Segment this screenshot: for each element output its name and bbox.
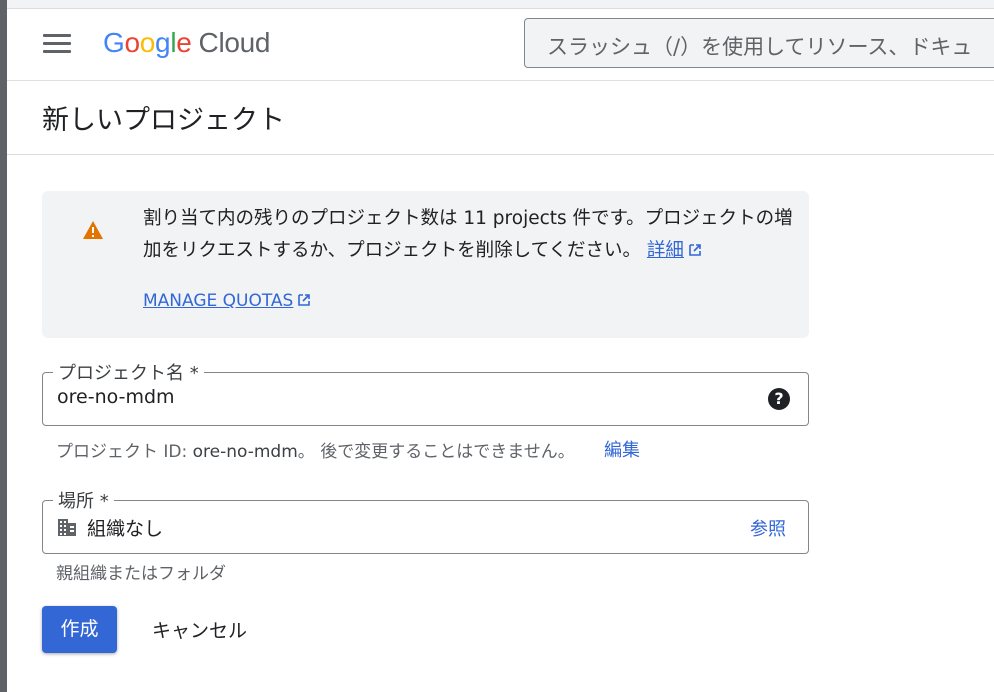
notice-message: 割り当て内の残りのプロジェクト数は 11 projects 件です。プロジェクト… <box>143 208 793 261</box>
open-in-new-icon[interactable] <box>297 293 311 307</box>
browser-top-strip <box>7 0 994 9</box>
google-cloud-logo[interactable]: Google Cloud <box>103 27 271 59</box>
help-circle-icon[interactable]: ? <box>768 388 790 410</box>
quota-notice: 割り当て内の残りのプロジェクト数は 11 projects 件です。プロジェクト… <box>42 191 809 338</box>
location-label: 場所 * <box>53 487 114 513</box>
create-button[interactable]: 作成 <box>42 606 117 653</box>
cancel-button[interactable]: キャンセル <box>152 616 247 643</box>
page-title: 新しいプロジェクト <box>42 105 285 136</box>
project-name-input[interactable]: ore-no-mdm <box>57 386 175 408</box>
title-divider <box>7 154 994 155</box>
warning-triangle-icon <box>83 221 103 239</box>
manage-quotas-link[interactable]: MANAGE QUOTAS <box>143 291 311 311</box>
details-link[interactable]: 詳細 <box>647 240 684 261</box>
project-name-label: プロジェクト名 * <box>53 359 204 385</box>
edit-project-id-button[interactable]: 編集 <box>604 436 640 462</box>
project-id-hint: プロジェクト ID: ore-no-mdm。 後で変更することはできません。 <box>56 442 575 462</box>
location-field[interactable]: 場所 * 組織なし 参照 <box>42 487 809 554</box>
project-name-field[interactable]: プロジェクト名 * ore-no-mdm ? <box>42 359 809 426</box>
hamburger-menu-icon[interactable] <box>43 34 71 54</box>
project-id-value: ore-no-mdm <box>192 442 298 462</box>
search-placeholder: スラッシュ（/）を使用してリソース、ドキュ <box>547 35 973 59</box>
left-window-edge <box>0 0 7 692</box>
open-in-new-icon[interactable] <box>688 243 702 257</box>
search-input[interactable]: スラッシュ（/）を使用してリソース、ドキュ <box>524 18 994 68</box>
browse-button[interactable]: 参照 <box>750 515 786 541</box>
app-header: Google Cloud スラッシュ（/）を使用してリソース、ドキュ <box>7 9 994 81</box>
building-icon <box>58 519 76 536</box>
location-hint: 親組織またはフォルダ <box>56 564 226 584</box>
location-value: 組織なし <box>87 518 164 540</box>
